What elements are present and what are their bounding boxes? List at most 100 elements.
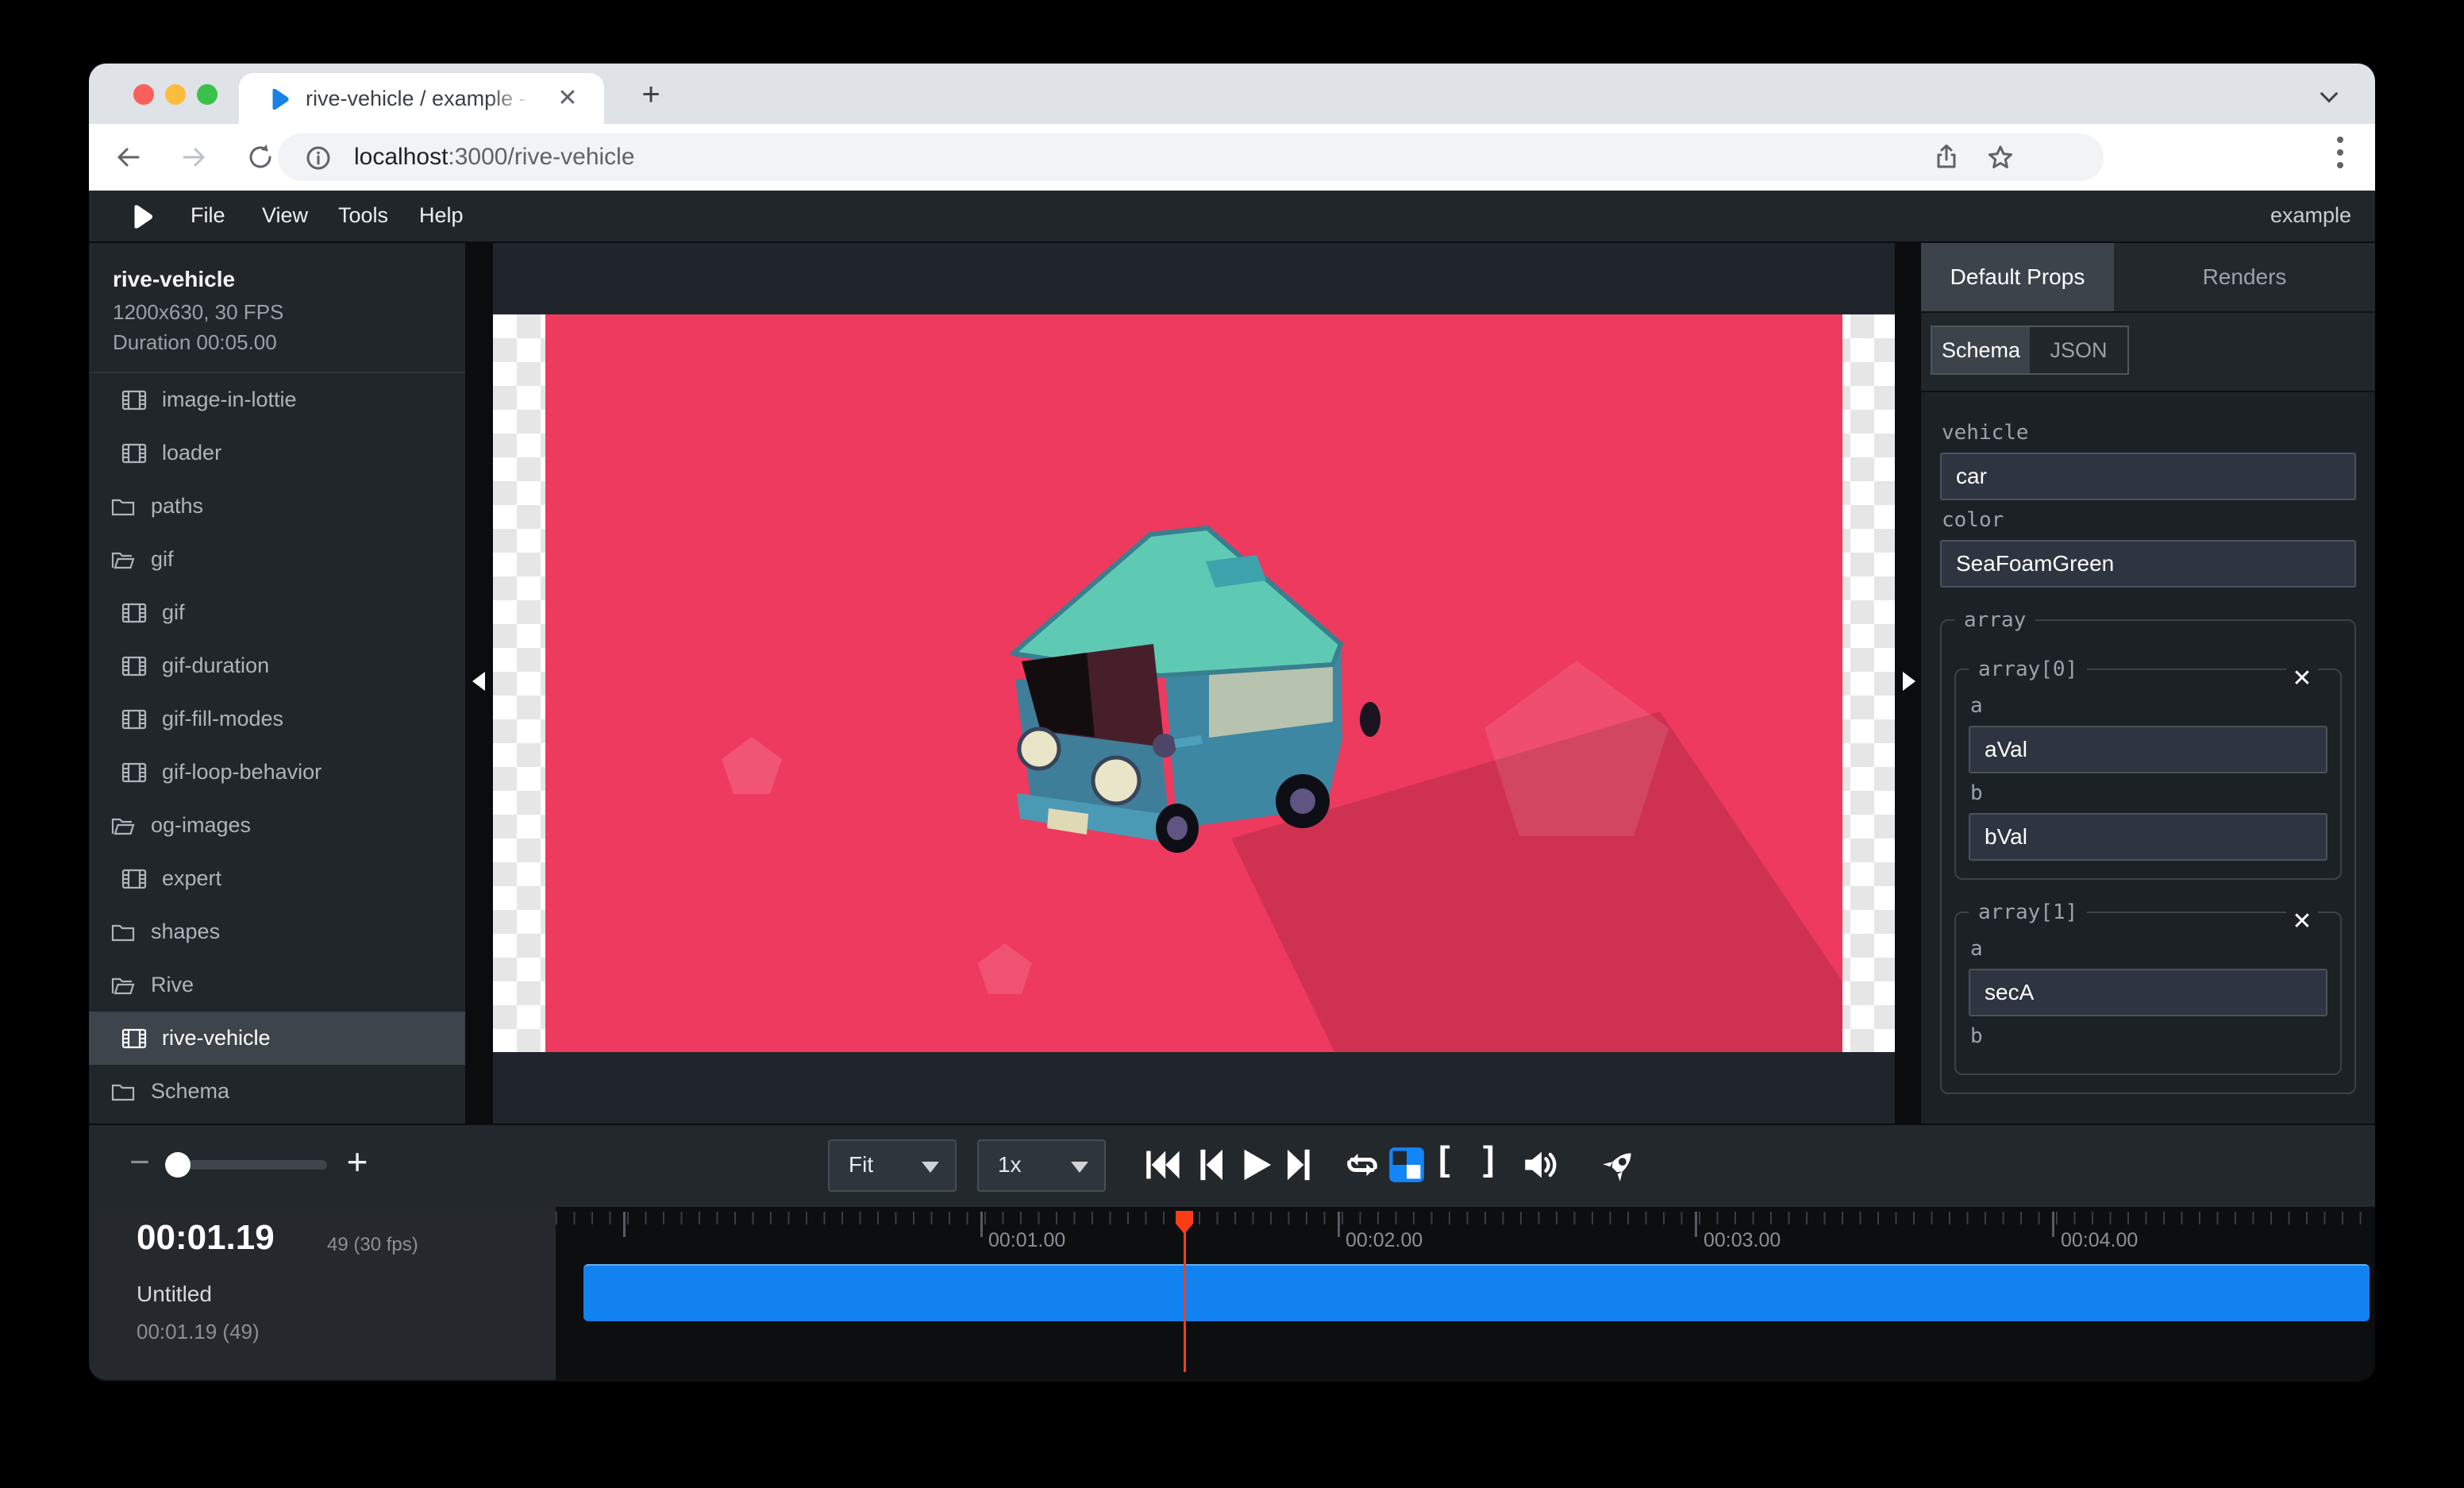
zoom-in-button[interactable]: + xyxy=(341,1146,373,1178)
back-icon[interactable] xyxy=(113,141,144,173)
browser-tab[interactable]: rive-vehicle / example - Remoti ✕ xyxy=(239,73,604,124)
sidebar-item-image-in-lottie[interactable]: image-in-lottie xyxy=(89,373,465,426)
ruler-label-3s: 00:03.00 xyxy=(1704,1229,1781,1252)
folder-open-icon xyxy=(110,546,137,573)
menu-tools[interactable]: Tools xyxy=(338,203,388,228)
previous-frame-button[interactable] xyxy=(1194,1146,1232,1184)
sidebar-folder-shapes[interactable]: shapes xyxy=(89,905,465,958)
sidebar-item-rive-vehicle[interactable]: rive-vehicle xyxy=(89,1012,465,1065)
left-collapse-gutter[interactable] xyxy=(467,243,493,1124)
composition-canvas[interactable] xyxy=(493,314,1895,1052)
remove-array-item-0-icon[interactable]: ✕ xyxy=(2286,665,2318,692)
jump-to-start-button[interactable] xyxy=(1145,1146,1183,1184)
a-label: a xyxy=(1970,937,2327,961)
share-icon[interactable] xyxy=(1932,143,1961,172)
right-collapse-gutter[interactable] xyxy=(1895,243,1921,1124)
item-label: rive-vehicle xyxy=(162,1026,271,1050)
tab-renders[interactable]: Renders xyxy=(2114,243,2375,311)
ruler-label-1s: 00:01.00 xyxy=(988,1229,1065,1252)
timeline-info-panel: 00:01.19 49 (30 fps) Untitled 00:01.19 (… xyxy=(89,1207,556,1380)
sidebar-item-gif-loop-behavior[interactable]: gif-loop-behavior xyxy=(89,746,465,799)
toggle-schema[interactable]: Schema xyxy=(1932,327,2030,373)
tab-default-props[interactable]: Default Props xyxy=(1921,243,2114,311)
collapse-left-icon[interactable] xyxy=(472,672,485,691)
volume-icon[interactable] xyxy=(1523,1146,1561,1184)
site-info-icon[interactable] xyxy=(305,145,332,172)
sidebar-item-expert[interactable]: expert xyxy=(89,852,465,905)
b-input[interactable]: bVal xyxy=(1969,813,2327,861)
composition-list: image-in-lottie loader paths gif gif xyxy=(89,373,465,1118)
traffic-close-button[interactable] xyxy=(133,84,154,105)
rive-vehicle-animation xyxy=(493,314,1895,1052)
playhead-line[interactable] xyxy=(1184,1213,1186,1372)
new-tab-button[interactable]: + xyxy=(637,81,665,110)
timeline-tracks-area[interactable]: 00:01.00 00:02.00 00:03.00 00:04.00 xyxy=(556,1207,2375,1382)
sidebar-folder-schema[interactable]: Schema xyxy=(89,1065,465,1118)
toggle-json[interactable]: JSON xyxy=(2030,327,2127,373)
folder-open-icon xyxy=(110,812,137,839)
remotion-favicon xyxy=(266,86,293,113)
preview-viewport xyxy=(467,243,1921,1124)
b-label: b xyxy=(1970,1024,2327,1048)
tab-title-fade xyxy=(488,84,544,116)
playhead-marker[interactable] xyxy=(1175,1210,1194,1236)
menu-help[interactable]: Help xyxy=(419,203,464,228)
remove-array-item-1-icon[interactable]: ✕ xyxy=(2286,908,2318,935)
sidebar-folder-rive[interactable]: Rive xyxy=(89,958,465,1012)
vehicle-input[interactable]: car xyxy=(1940,453,2356,500)
timeline-track-bar[interactable] xyxy=(583,1264,2370,1321)
sidebar-item-loader[interactable]: loader xyxy=(89,426,465,480)
traffic-minimize-button[interactable] xyxy=(165,84,186,105)
in-point-button[interactable]: [ xyxy=(1438,1139,1450,1179)
a-label: a xyxy=(1970,694,2327,718)
item-label: gif xyxy=(151,547,174,572)
sidebar-folder-og-images[interactable]: og-images xyxy=(89,799,465,852)
transparency-checkerboard-toggle[interactable] xyxy=(1388,1146,1426,1184)
zoom-slider-thumb[interactable] xyxy=(165,1152,191,1178)
sidebar-folder-paths[interactable]: paths xyxy=(89,480,465,533)
render-rocket-icon[interactable] xyxy=(1600,1146,1638,1184)
item-label: gif-fill-modes xyxy=(162,707,283,731)
tabs-divider xyxy=(1921,311,2375,313)
sidebar-folder-gif[interactable]: gif xyxy=(89,533,465,586)
sidebar-item-gif-duration[interactable]: gif-duration xyxy=(89,639,465,692)
tab-search-chevron-icon[interactable] xyxy=(2320,85,2339,103)
composition-info: rive-vehicle 1200x630, 30 FPS Duration 0… xyxy=(89,243,465,373)
ruler-label-4s: 00:04.00 xyxy=(2061,1229,2138,1252)
browser-menu-icon[interactable] xyxy=(2337,137,2343,175)
folder-closed-icon xyxy=(110,1078,137,1105)
reload-icon[interactable] xyxy=(244,141,276,173)
traffic-zoom-button[interactable] xyxy=(197,84,218,105)
play-button[interactable] xyxy=(1237,1146,1275,1184)
item-label: paths xyxy=(151,494,203,518)
out-point-button[interactable]: ] xyxy=(1483,1139,1495,1179)
array-item-1: array[1] ✕ a secA b xyxy=(1954,900,2342,1075)
sidebar-item-gif-fill-modes[interactable]: gif-fill-modes xyxy=(89,692,465,746)
color-input[interactable]: SeaFoamGreen xyxy=(1940,540,2356,588)
zoom-slider[interactable] xyxy=(168,1160,327,1170)
track-name[interactable]: Untitled xyxy=(137,1282,212,1307)
address-bar[interactable]: localhost:3000/rive-vehicle xyxy=(278,133,2104,181)
speed-select[interactable]: 1x xyxy=(977,1139,1106,1192)
a-input[interactable]: secA xyxy=(1969,969,2327,1016)
menu-file[interactable]: File xyxy=(191,203,225,228)
film-icon xyxy=(121,706,148,733)
collapse-right-icon[interactable] xyxy=(1903,672,1915,691)
remotion-logo-icon[interactable] xyxy=(127,202,157,232)
sidebar-item-gif[interactable]: gif xyxy=(89,586,465,639)
menu-view[interactable]: View xyxy=(262,203,308,228)
composition-title: rive-vehicle xyxy=(113,267,235,292)
track-time: 00:01.19 (49) xyxy=(137,1320,260,1344)
zoom-out-button[interactable]: − xyxy=(124,1147,156,1179)
loop-toggle-icon[interactable] xyxy=(1343,1146,1381,1184)
bookmark-star-icon[interactable] xyxy=(1986,143,2015,172)
props-fields: vehicle car color SeaFoamGreen array arr… xyxy=(1921,392,2375,1124)
b-label: b xyxy=(1970,781,2327,805)
a-input[interactable]: aVal xyxy=(1969,726,2327,773)
tab-close-icon[interactable]: ✕ xyxy=(553,84,582,113)
composition-resolution: 1200x630, 30 FPS xyxy=(113,300,283,325)
forward-icon[interactable] xyxy=(178,141,210,173)
fit-select-value: Fit xyxy=(849,1152,873,1178)
fit-select[interactable]: Fit xyxy=(828,1139,957,1192)
next-frame-button[interactable] xyxy=(1278,1146,1316,1184)
